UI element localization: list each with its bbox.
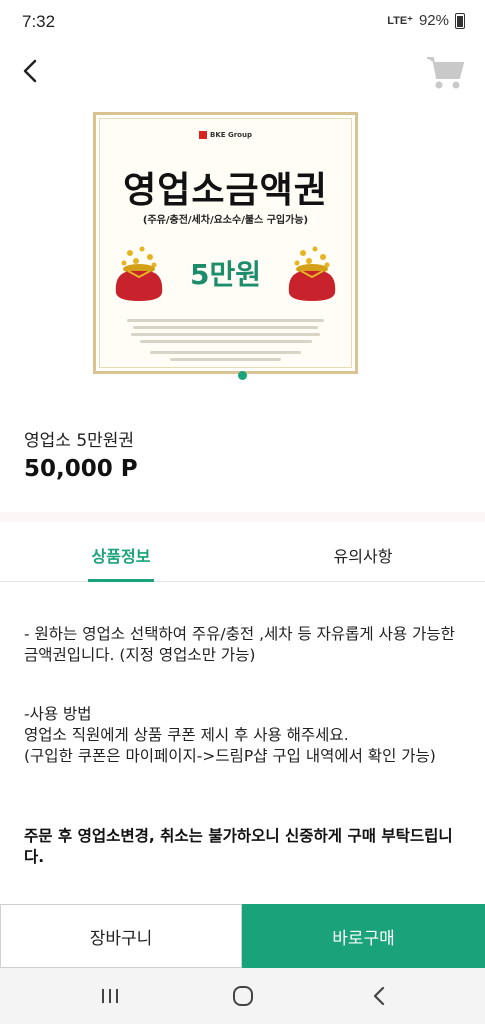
buy-now-button[interactable]: 바로구매 xyxy=(242,904,485,968)
chevron-left-icon xyxy=(23,59,37,83)
status-indicators: LTE⁺ 92% xyxy=(387,12,465,29)
carousel-indicator xyxy=(238,371,247,380)
brand-name: BKE Group xyxy=(210,131,252,139)
product-name: 영업소 5만원권 xyxy=(24,431,135,451)
usage-heading: -사용 방법 xyxy=(24,705,92,723)
section-divider xyxy=(0,512,485,522)
battery-icon xyxy=(455,12,465,29)
description-paragraph: - 원하는 영업소 선택하여 주유/충전 ,세차 등 자유롭게 사용 가능한 금… xyxy=(24,625,455,664)
voucher-title: 영업소금액권 xyxy=(123,170,328,211)
voucher-image: BKE Group 영업소금액권 (주유/충전/세차/요소수/불스 구입가능) … xyxy=(93,112,358,374)
warning-text: 주문 후 영업소변경, 취소는 불가하오니 신중하게 구매 부탁드립니다. xyxy=(24,827,453,866)
network-indicator: LTE⁺ xyxy=(387,15,413,27)
voucher-fine-print xyxy=(118,315,333,365)
tab-notice[interactable]: 유의사항 xyxy=(242,528,484,582)
cart-icon xyxy=(427,57,464,89)
product-price: 50,000 P xyxy=(24,456,138,482)
brand-logo: BKE Group xyxy=(96,131,355,139)
recent-apps-icon[interactable] xyxy=(98,984,122,1008)
tab-bar: 상품정보 유의사항 xyxy=(0,528,485,582)
battery-percent: 92% xyxy=(418,12,449,29)
money-bag-icon xyxy=(288,246,336,301)
system-nav-bar xyxy=(0,968,485,1024)
tab-product-info[interactable]: 상품정보 xyxy=(0,528,242,582)
brand-logo-icon xyxy=(199,131,207,139)
voucher-subtitle: (주유/충전/세차/요소수/불스 구입가능) xyxy=(142,215,309,226)
add-to-cart-button[interactable]: 장바구니 xyxy=(0,904,242,968)
app-header xyxy=(0,44,485,100)
active-tab-indicator xyxy=(88,579,154,582)
back-nav-icon[interactable] xyxy=(368,984,392,1008)
bottom-action-bar: 장바구니 바로구매 xyxy=(0,904,485,968)
status-bar: 7:32 LTE⁺ 92% xyxy=(0,0,485,44)
status-time: 7:32 xyxy=(22,12,56,31)
usage-instruction: 영업소 직원에게 상품 쿠폰 제시 후 사용 해주세요. xyxy=(24,726,349,744)
cart-button[interactable] xyxy=(425,54,465,90)
back-button[interactable] xyxy=(16,56,46,86)
product-image-carousel[interactable]: BKE Group 영업소금액권 (주유/충전/세차/요소수/불스 구입가능) … xyxy=(0,100,485,390)
home-icon[interactable] xyxy=(231,984,255,1008)
usage-section: -사용 방법 영업소 직원에게 상품 쿠폰 제시 후 사용 해주세요. (구입한… xyxy=(24,704,464,767)
usage-note: (구입한 쿠폰은 마이페이지->드림P샵 구입 내역에서 확인 가능) xyxy=(24,747,436,765)
